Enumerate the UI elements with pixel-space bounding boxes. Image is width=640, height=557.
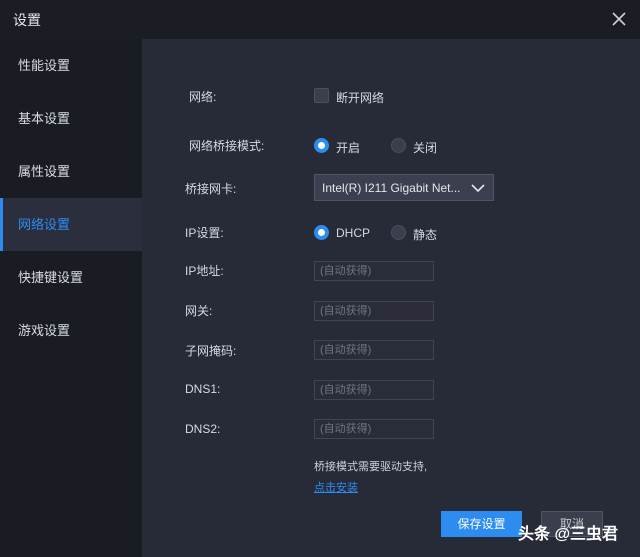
sidebar-item-label: 基本设置 [18, 111, 71, 126]
install-driver-link[interactable]: 点击安装 [314, 479, 358, 495]
sidebar-item-game[interactable]: 游戏设置 [0, 304, 142, 357]
network-settings-panel: 网络: 断开网络 网络桥接模式: 开启 关闭 桥接网卡: Intel(R) I2… [142, 39, 640, 557]
static-ip-label: 静态 [413, 228, 438, 242]
sidebar-item-basic[interactable]: 基本设置 [0, 92, 142, 145]
chevron-down-icon [471, 184, 485, 193]
disconnect-network-label: 断开网络 [336, 91, 385, 105]
dns1-label: DNS1: [185, 382, 221, 396]
close-icon [612, 12, 626, 26]
bridge-mode-off-radio[interactable] [391, 138, 406, 153]
disconnect-network-checkbox[interactable] [314, 88, 329, 103]
gateway-field[interactable] [314, 301, 434, 321]
bridge-mode-on-label: 开启 [336, 141, 361, 155]
sidebar-item-properties[interactable]: 属性设置 [0, 145, 142, 198]
subnet-mask-label: 子网掩码: [185, 344, 237, 358]
dns2-field[interactable] [314, 419, 434, 439]
save-settings-button[interactable]: 保存设置 [441, 511, 522, 537]
network-label: 网络: [189, 90, 217, 104]
dns1-field[interactable] [314, 380, 434, 400]
static-ip-radio[interactable] [391, 225, 406, 240]
dhcp-label: DHCP [336, 226, 371, 240]
sidebar-item-performance[interactable]: 性能设置 [0, 39, 142, 92]
bridge-mode-off-label: 关闭 [413, 141, 438, 155]
bridge-nic-value: Intel(R) I211 Gigabit Net... [322, 181, 461, 195]
driver-notice: 桥接模式需要驱动支持, [314, 461, 428, 473]
sidebar-item-hotkeys[interactable]: 快捷键设置 [0, 251, 142, 304]
dns2-label: DNS2: [185, 422, 221, 436]
ip-address-label: IP地址: [185, 264, 224, 278]
ip-address-field[interactable] [314, 261, 434, 281]
bridge-nic-label: 桥接网卡: [185, 182, 237, 196]
ip-settings-label: IP设置: [185, 226, 224, 240]
window-title: 设置 [13, 12, 41, 28]
sidebar-item-label: 游戏设置 [18, 323, 71, 338]
bridge-nic-select[interactable]: Intel(R) I211 Gigabit Net... [314, 174, 494, 201]
sidebar-item-network[interactable]: 网络设置 [0, 198, 142, 251]
bridge-mode-on-radio[interactable] [314, 138, 329, 153]
dhcp-radio[interactable] [314, 225, 329, 240]
sidebar-item-label: 性能设置 [18, 58, 71, 73]
sidebar-item-label: 网络设置 [18, 217, 71, 232]
title-bar: 设置 [0, 0, 640, 39]
settings-sidebar: 性能设置 基本设置 属性设置 网络设置 快捷键设置 游戏设置 [0, 39, 142, 557]
sidebar-item-label: 属性设置 [18, 164, 71, 179]
sidebar-item-label: 快捷键设置 [18, 270, 84, 285]
gateway-label: 网关: [185, 304, 213, 318]
close-button[interactable] [606, 6, 632, 32]
watermark: 头条 @三虫君 [518, 526, 619, 543]
bridge-mode-label: 网络桥接模式: [189, 139, 265, 153]
subnet-mask-field[interactable] [314, 340, 434, 360]
